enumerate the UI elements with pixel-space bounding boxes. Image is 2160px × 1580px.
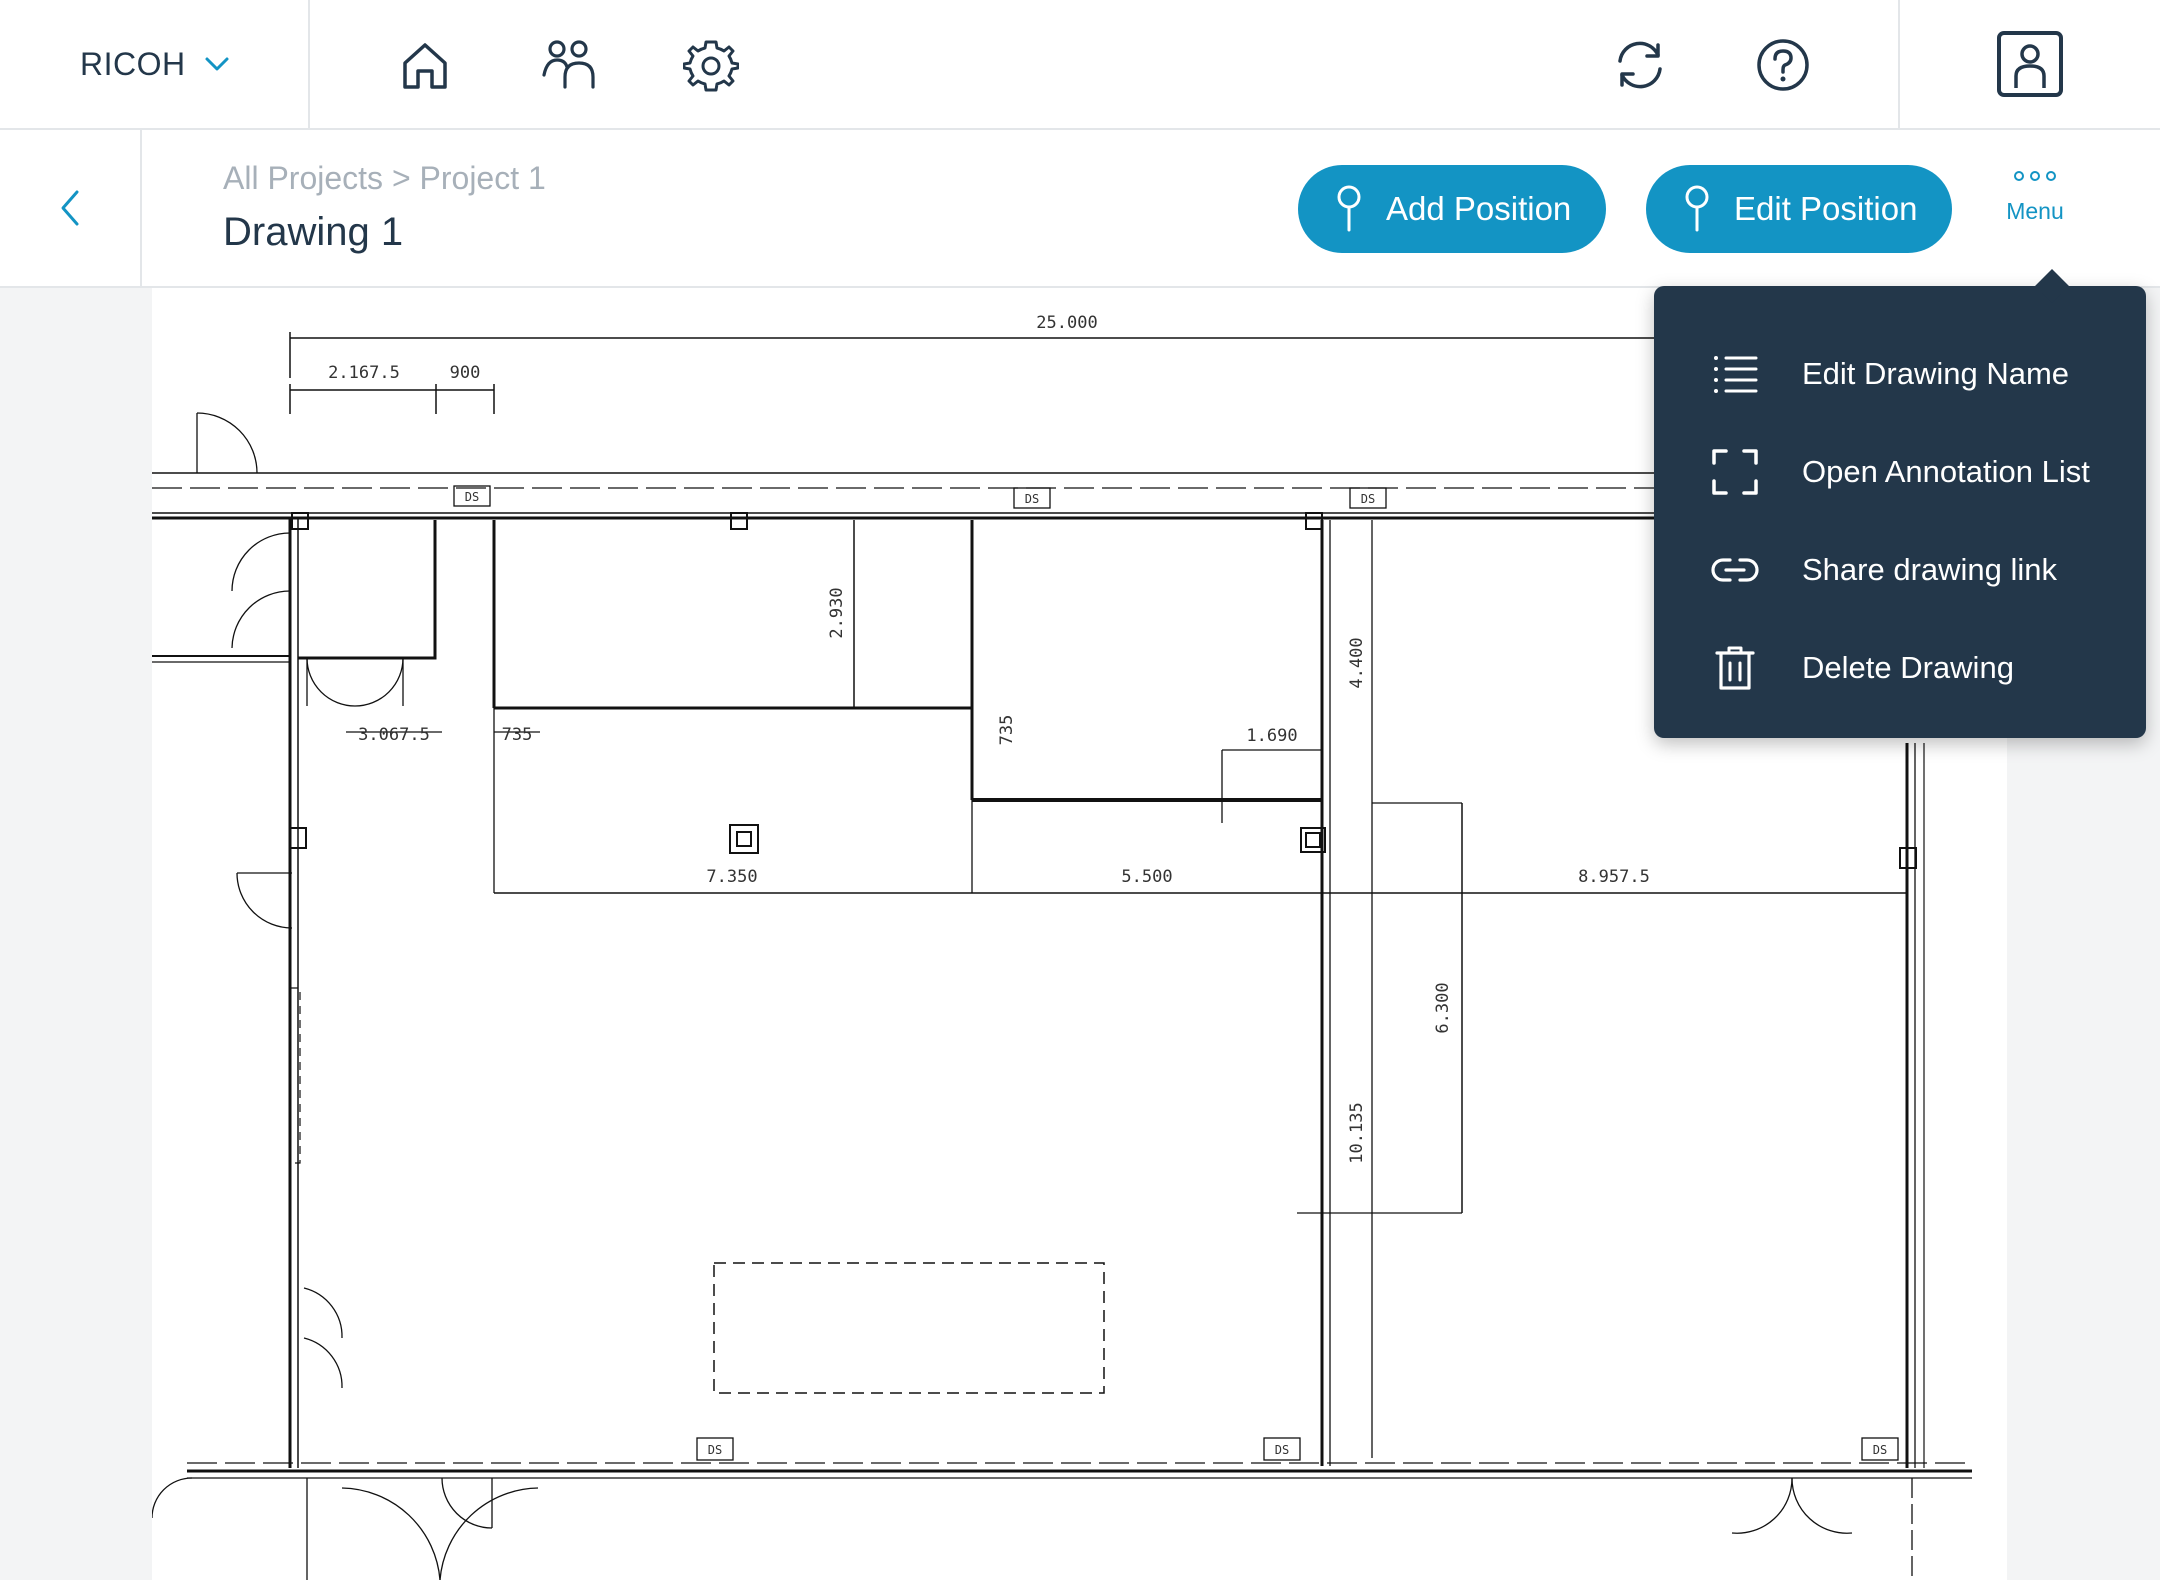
menu-label: Menu (2006, 198, 2064, 224)
brand-name: RICOH (80, 45, 186, 82)
breadcrumb-project[interactable]: Project 1 (420, 160, 546, 196)
dimension-label: 2.930 (827, 587, 847, 638)
dimension-label: 3.067.5 (358, 725, 430, 745)
ds-tag: DS (1025, 492, 1039, 506)
organization-switcher[interactable]: RICOH (0, 0, 310, 128)
menu-item-share-drawing-link[interactable]: Share drawing link (1654, 525, 2146, 615)
add-position-label: Add Position (1386, 190, 1572, 227)
page-title: Drawing 1 (223, 210, 404, 254)
settings-icon[interactable] (676, 30, 746, 100)
dimension-label: 2.167.5 (328, 363, 400, 383)
link-icon (1711, 558, 1759, 582)
menu-item-label: Edit Drawing Name (1802, 356, 2070, 391)
dimension-label: 6.300 (1433, 982, 1453, 1033)
drawing-menu-dropdown: Edit Drawing Name Open Annotation List S… (1654, 269, 2146, 738)
dimension-label: 7.350 (706, 867, 757, 887)
ds-tag: DS (708, 1443, 722, 1457)
dimension-label: 10.135 (1347, 1102, 1367, 1163)
back-button[interactable] (0, 130, 142, 286)
menu-item-delete-drawing[interactable]: Delete Drawing (1654, 623, 2146, 713)
dimension-label: 5.500 (1121, 867, 1172, 887)
menu-item-open-annotation-list[interactable]: Open Annotation List (1654, 427, 2146, 517)
top-bar: RICOH (0, 0, 2160, 130)
users-icon[interactable] (534, 30, 604, 100)
dimension-label: 735 (997, 715, 1017, 746)
menu-item-edit-drawing-name[interactable]: Edit Drawing Name (1654, 329, 2146, 419)
dimension-label: 8.957.5 (1578, 867, 1650, 887)
menu-item-label: Share drawing link (1802, 552, 2058, 587)
frame-icon (1712, 449, 1758, 495)
edit-position-button[interactable]: Edit Position (1646, 165, 1952, 253)
sync-icon[interactable] (1605, 30, 1675, 100)
drawing-header: All Projects > Project 1 Drawing 1 Add P… (0, 130, 2160, 288)
dimension-overall-width: 25.000 (1036, 313, 1097, 333)
trash-icon (1715, 646, 1755, 690)
breadcrumb: All Projects > Project 1 (223, 160, 546, 197)
help-icon[interactable] (1748, 30, 1818, 100)
dimension-label: 1.690 (1246, 726, 1297, 746)
menu-item-label: Delete Drawing (1802, 650, 2014, 685)
ds-tag: DS (465, 490, 479, 504)
breadcrumb-separator: > (391, 160, 411, 196)
chevron-down-icon (205, 57, 229, 71)
user-account-icon[interactable] (1996, 30, 2064, 98)
chevron-left-icon (61, 190, 79, 226)
pin-icon (1685, 185, 1709, 232)
breadcrumb-all-projects[interactable]: All Projects (223, 160, 383, 196)
dimension-label: 735 (502, 725, 533, 745)
more-dots-icon (2014, 171, 2056, 181)
ds-tag: DS (1275, 1443, 1289, 1457)
dimension-label: 4.400 (1347, 637, 1367, 688)
add-position-button[interactable]: Add Position (1298, 165, 1606, 253)
dimension-label: 900 (450, 363, 481, 383)
menu-item-label: Open Annotation List (1802, 454, 2090, 489)
ds-tag: DS (1873, 1443, 1887, 1457)
edit-position-label: Edit Position (1734, 190, 1918, 227)
menu-button[interactable]: Menu (1990, 170, 2080, 270)
ds-tag: DS (1361, 492, 1375, 506)
list-icon (1714, 356, 1758, 393)
pin-icon (1337, 185, 1361, 232)
home-icon[interactable] (390, 30, 460, 100)
user-account-area (1898, 0, 2160, 128)
